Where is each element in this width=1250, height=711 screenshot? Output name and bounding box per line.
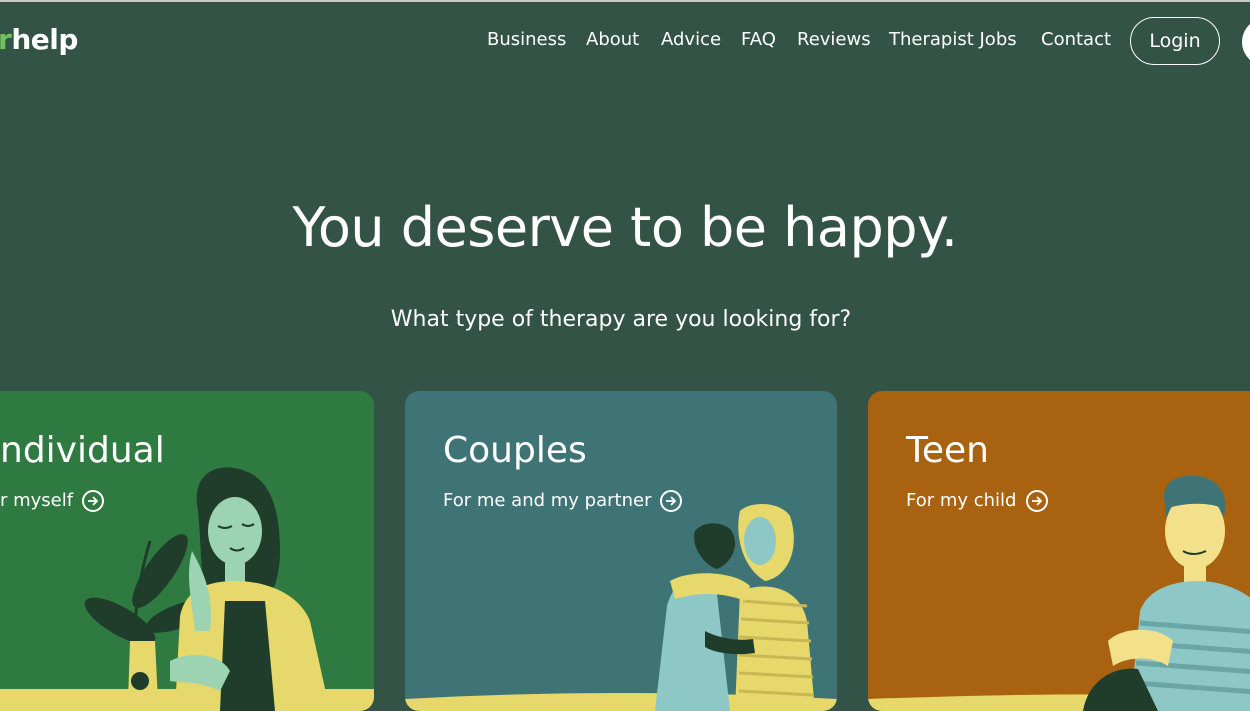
card-title-teen: Teen — [906, 430, 989, 471]
nav-reviews[interactable]: Reviews — [797, 27, 871, 53]
hero-subtitle: What type of therapy are you looking for… — [390, 307, 852, 332]
nav-advice[interactable]: Advice — [661, 27, 721, 53]
main-nav: Business About Advice FAQ Reviews Therap… — [0, 27, 1250, 57]
browser-top-edge — [0, 0, 1250, 2]
nav-about[interactable]: About — [586, 27, 639, 53]
card-link-couples[interactable]: For me and my partner — [443, 489, 683, 513]
card-link-label: r myself — [0, 490, 74, 511]
login-button[interactable]: Login — [1130, 17, 1220, 65]
nav-therapist-jobs[interactable]: Therapist Jobs — [889, 27, 1017, 53]
arrow-right-circle-icon — [82, 490, 105, 512]
nav-business[interactable]: Business — [487, 27, 566, 53]
get-started-button[interactable] — [1242, 18, 1250, 66]
card-title-individual: ndividual — [0, 430, 165, 471]
card-title-couples: Couples — [443, 430, 587, 471]
nav-faq[interactable]: FAQ — [741, 27, 776, 53]
arrow-right-circle-icon — [1025, 490, 1048, 512]
hero-title: You deserve to be happy. — [292, 196, 958, 259]
nav-contact[interactable]: Contact — [1041, 27, 1111, 53]
card-link-individual[interactable]: r myself — [0, 489, 105, 513]
card-couples[interactable]: Couples For me and my partner — [405, 391, 837, 711]
card-link-teen[interactable]: For my child — [906, 489, 1048, 513]
card-individual[interactable]: ndividual r myself — [0, 391, 374, 711]
card-link-label: For my child — [906, 490, 1017, 511]
card-link-label: For me and my partner — [443, 490, 652, 511]
arrow-right-circle-icon — [660, 490, 683, 512]
card-teen[interactable]: Teen For my child — [868, 391, 1250, 711]
